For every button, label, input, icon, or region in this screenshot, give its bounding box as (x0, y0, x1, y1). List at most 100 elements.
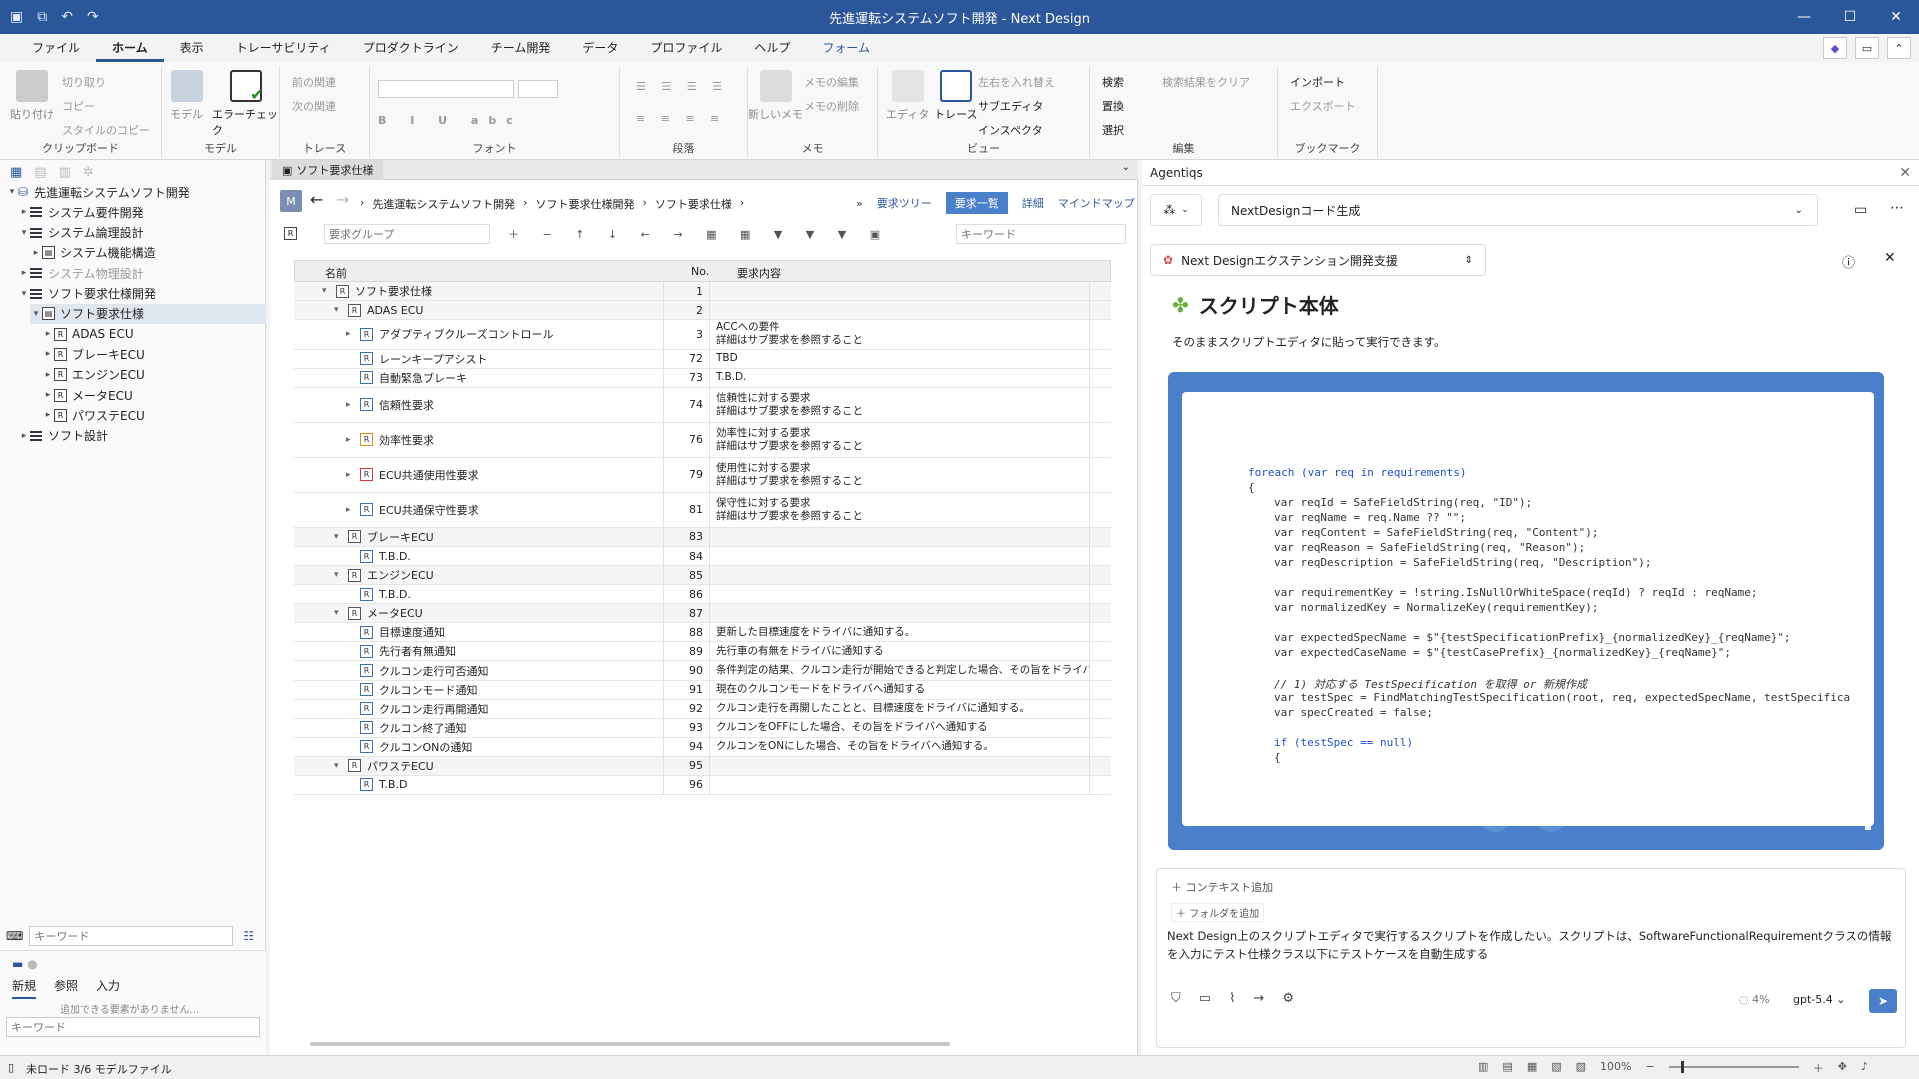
close-skill-icon[interactable]: ✕ (1884, 250, 1896, 266)
delete-memo-button[interactable]: メモの削除 (804, 98, 859, 114)
cell-content[interactable]: 条件判定の結果、クルコン走行が開始できると判定した場合、その旨をドライバへ通知す… (710, 661, 1090, 680)
table-row[interactable]: R 先行者有無通知 89 先行車の有無をドライバに通知する (294, 642, 1111, 662)
group-input[interactable] (324, 224, 490, 244)
cell-no[interactable]: 3 (664, 320, 710, 349)
arrow-right-icon[interactable]: → (1253, 991, 1264, 1006)
view-mindmap[interactable]: マインドマップ (1058, 195, 1135, 211)
cell-content[interactable]: 信頼性に対する要求 詳細はサブ要求を参照すること (710, 388, 1090, 422)
cell-name[interactable]: R 目標速度通知 (294, 623, 664, 642)
redo-icon[interactable]: ↷ (87, 9, 99, 25)
cell-content[interactable]: ACCへの要件 詳細はサブ要求を参照すること (710, 320, 1090, 349)
tree-item[interactable]: ▾ ソフト要求仕様開発 (18, 284, 156, 304)
column-name[interactable]: 名前 (325, 265, 347, 281)
minimize-button[interactable]: — (1781, 0, 1827, 34)
zoom-in-icon[interactable]: ＋ (1813, 1060, 1824, 1076)
table-row[interactable]: ▸ R 信頼性要求 74 信頼性に対する要求 詳細はサブ要求を参照すること (294, 388, 1111, 423)
tree-item[interactable]: ▸ R ADAS ECU (42, 324, 134, 344)
replace-button[interactable]: 置換 (1102, 98, 1124, 114)
inspector-button[interactable]: インスペクタ (978, 122, 1043, 138)
model-button[interactable]: モデル (170, 70, 203, 122)
table-row[interactable]: ▸ R ECU共通保守性要求 81 保守性に対する要求 詳細はサブ要求を参照すること (294, 492, 1111, 528)
cell-name[interactable]: R クルコン走行再開通知 (294, 699, 664, 718)
row-toggle-icon[interactable]: ▾ (334, 761, 348, 771)
table-row[interactable]: ▾ R パワステECU 95 (294, 756, 1111, 776)
expand-toggle-icon[interactable]: ▸ (42, 390, 54, 400)
nav-keyword-input[interactable] (29, 926, 234, 946)
menu-view[interactable]: 表示 (164, 34, 220, 62)
save-icon[interactable]: ▣ (10, 9, 23, 25)
team-icon[interactable]: ▥ (59, 165, 71, 180)
context-add-button[interactable]: ＋ コンテキスト追加 (1171, 879, 1273, 895)
table-row[interactable]: R T.B.D. 86 (294, 585, 1111, 605)
close-panel-icon[interactable]: ✕ (1899, 165, 1911, 181)
row-toggle-icon[interactable]: ▾ (334, 532, 348, 542)
cell-no[interactable]: 1 (664, 282, 710, 301)
row-toggle-icon[interactable]: ▾ (334, 570, 348, 580)
cell-content[interactable] (710, 604, 1090, 623)
row-toggle-icon[interactable]: ▾ (334, 608, 348, 618)
expand-toggle-icon[interactable]: ▸ (42, 370, 54, 380)
layout-5-icon[interactable]: ▨ (1576, 1060, 1586, 1076)
cell-content[interactable]: クルコンをOFFにした場合、その旨をドライバへ通知する (710, 718, 1090, 737)
view-tree[interactable]: 要求ツリー (877, 195, 932, 211)
cell-content[interactable] (710, 547, 1090, 566)
row-toggle-icon[interactable]: ▸ (346, 435, 360, 445)
tree-item[interactable]: ▸ システム物理設計 (18, 263, 144, 283)
cell-name[interactable]: R クルコンモード通知 (294, 680, 664, 699)
edit-memo-button[interactable]: メモの編集 (804, 74, 859, 90)
back-icon[interactable]: ← (310, 190, 323, 209)
cell-name[interactable]: R レーンキープアシスト (294, 349, 664, 368)
fit-icon[interactable]: ✥ (1838, 1060, 1847, 1076)
menu-form[interactable]: フォーム (806, 34, 886, 62)
table-row[interactable]: ▾ R ブレーキECU 83 (294, 527, 1111, 547)
table-row[interactable]: R クルコンONの通知 94 クルコンをONにした場合、その旨をドライバへ通知する。 (294, 737, 1111, 757)
cell-no[interactable]: 91 (664, 680, 710, 699)
style-copy-button[interactable]: スタイルのコピー (62, 122, 150, 138)
expand-toggle-icon[interactable]: ▸ (18, 431, 30, 441)
row-toggle-icon[interactable]: ▸ (346, 400, 360, 410)
zoom-out-icon[interactable]: − (1645, 1060, 1654, 1076)
layout-3-icon[interactable]: ▦ (1527, 1060, 1537, 1076)
expand-toggle-icon[interactable]: ▸ (18, 268, 30, 278)
column-no[interactable]: No. (691, 265, 709, 278)
cell-name[interactable]: ▾ R ソフト要求仕様 (294, 282, 664, 301)
cell-name[interactable]: R クルコンONの通知 (294, 737, 664, 756)
cell-name[interactable]: R 先行者有無通知 (294, 642, 664, 661)
tree-item[interactable]: ▸ R ブレーキECU (42, 344, 145, 364)
cell-name[interactable]: R クルコン走行可否通知 (294, 661, 664, 680)
cell-content[interactable]: クルコンをONにした場合、その旨をドライバへ通知する。 (710, 737, 1090, 756)
folder-add-button[interactable]: ＋ フォルダを追加 (1171, 903, 1265, 922)
cell-name[interactable]: ▸ R 信頼性要求 (294, 388, 664, 422)
zoom-slider[interactable] (1668, 1061, 1799, 1073)
skill-select[interactable]: ✿ Next Designエクステンション開発支援 ⇕ (1150, 244, 1486, 276)
search-button[interactable]: 検索 (1102, 74, 1124, 90)
forward-icon[interactable]: → (336, 190, 349, 209)
cell-name[interactable]: ▸ R ECU共通保守性要求 (294, 492, 664, 527)
cell-no[interactable]: 83 (664, 527, 710, 546)
cell-name[interactable]: ▾ R エンジンECU (294, 566, 664, 585)
tab-dropdown-icon[interactable]: ⌄ (1122, 162, 1130, 173)
cell-no[interactable]: 88 (664, 623, 710, 642)
cell-no[interactable]: 74 (664, 388, 710, 422)
cell-no[interactable]: 73 (664, 368, 710, 387)
expand-toggle-icon[interactable]: ▸ (42, 410, 54, 420)
cell-name[interactable]: ▾ R メータECU (294, 604, 664, 623)
row-toggle-icon[interactable]: ▸ (346, 470, 360, 480)
row-toggle-icon[interactable]: ▾ (322, 286, 336, 296)
comment-icon[interactable]: ▭ (1855, 37, 1879, 59)
cell-no[interactable]: 86 (664, 585, 710, 604)
cell-no[interactable]: 84 (664, 547, 710, 566)
select-button[interactable]: 選択 (1102, 122, 1124, 138)
paste-button[interactable]: 貼り付け (10, 70, 54, 122)
expand-toggle-icon[interactable]: ▸ (42, 329, 54, 339)
table-row[interactable]: R T.B.D. 84 (294, 547, 1111, 567)
tree-item[interactable]: ▸ R メータECU (42, 385, 133, 405)
list-buttons[interactable]: ☰ ☰ ☰ ☰ (636, 80, 728, 93)
cell-content[interactable] (710, 282, 1090, 301)
cell-name[interactable]: ▾ R ブレーキECU (294, 527, 664, 546)
row-toggle-icon[interactable]: ▸ (346, 505, 360, 515)
undo-icon[interactable]: ↶ (61, 9, 73, 25)
cell-name[interactable]: R クルコン終了通知 (294, 718, 664, 737)
table-row[interactable]: ▸ R ECU共通使用性要求 79 使用性に対する要求 詳細はサブ要求を参照すること (294, 457, 1111, 493)
import-button[interactable]: インポート (1290, 74, 1345, 90)
